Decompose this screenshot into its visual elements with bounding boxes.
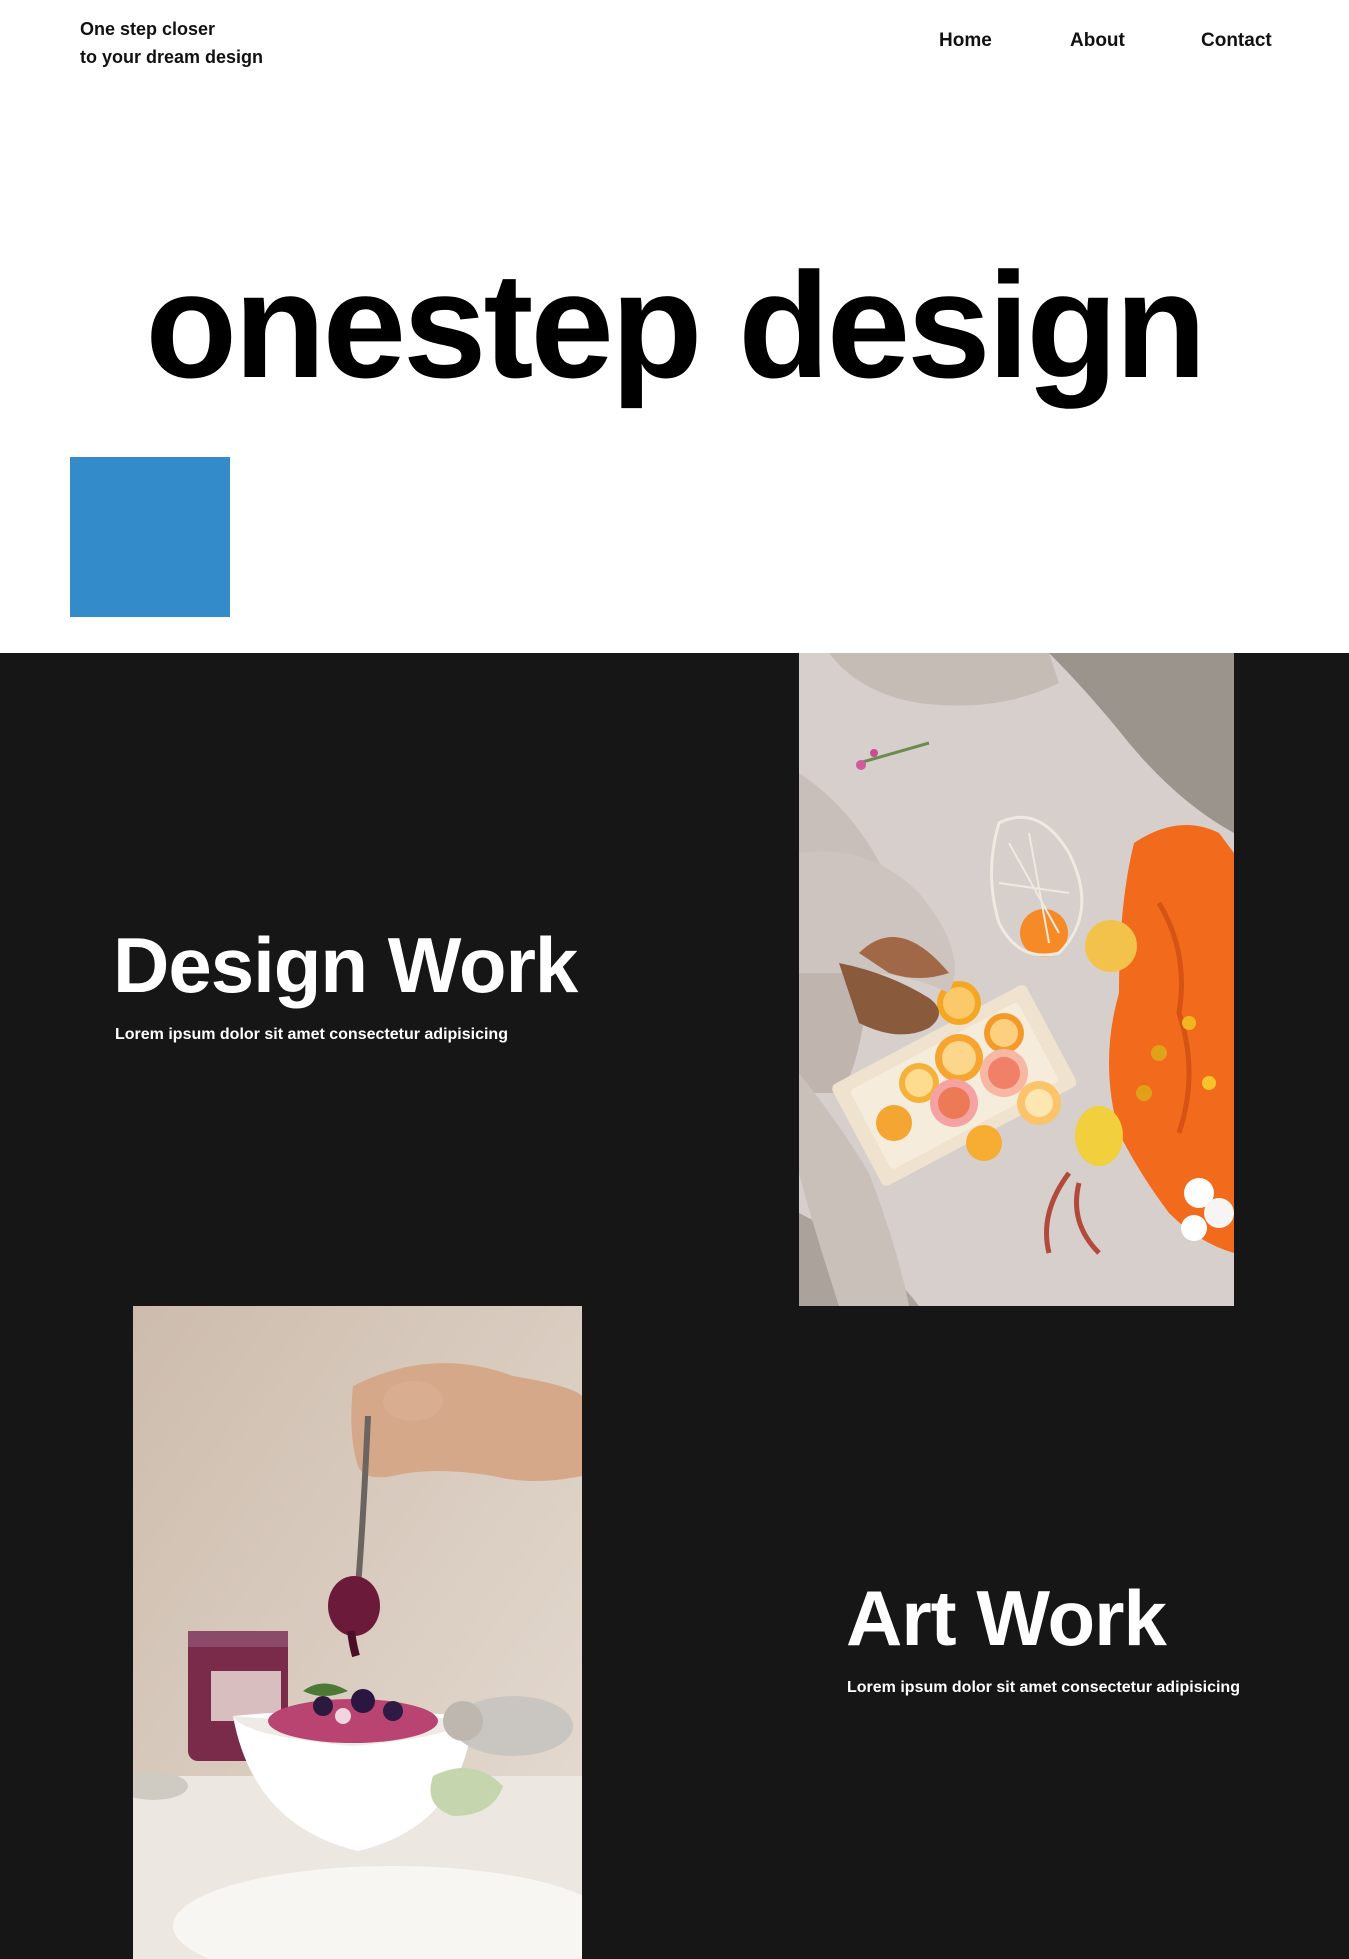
design-work-title: Design Work	[113, 921, 578, 1009]
nav-about-link[interactable]: About	[1070, 30, 1125, 52]
art-work-description: Lorem ipsum dolor sit amet consectetur a…	[847, 1679, 1240, 1696]
site-tagline[interactable]: One step closer to your dream design	[80, 15, 263, 71]
nav-contact-link[interactable]: Contact	[1201, 30, 1272, 52]
dessert-spoon-illustration	[133, 1306, 582, 1959]
dessert-spoon-photo[interactable]	[133, 1306, 582, 1959]
work-section: Design Work Lorem ipsum dolor sit amet c…	[0, 653, 1349, 1959]
picnic-fruit-photo[interactable]	[799, 653, 1234, 1306]
tagline-line-2: to your dream design	[80, 47, 264, 67]
hero-title: onestep design	[145, 241, 1206, 409]
nav-home-link[interactable]: Home	[939, 30, 992, 52]
tagline-line-1: One step closer	[80, 19, 216, 39]
accent-square	[70, 457, 230, 617]
site-header: One step closer to your dream design Hom…	[0, 0, 1349, 100]
art-work-title: Art Work	[846, 1574, 1167, 1662]
design-work-description: Lorem ipsum dolor sit amet consectetur a…	[115, 1026, 508, 1043]
picnic-fruit-illustration	[799, 653, 1234, 1306]
